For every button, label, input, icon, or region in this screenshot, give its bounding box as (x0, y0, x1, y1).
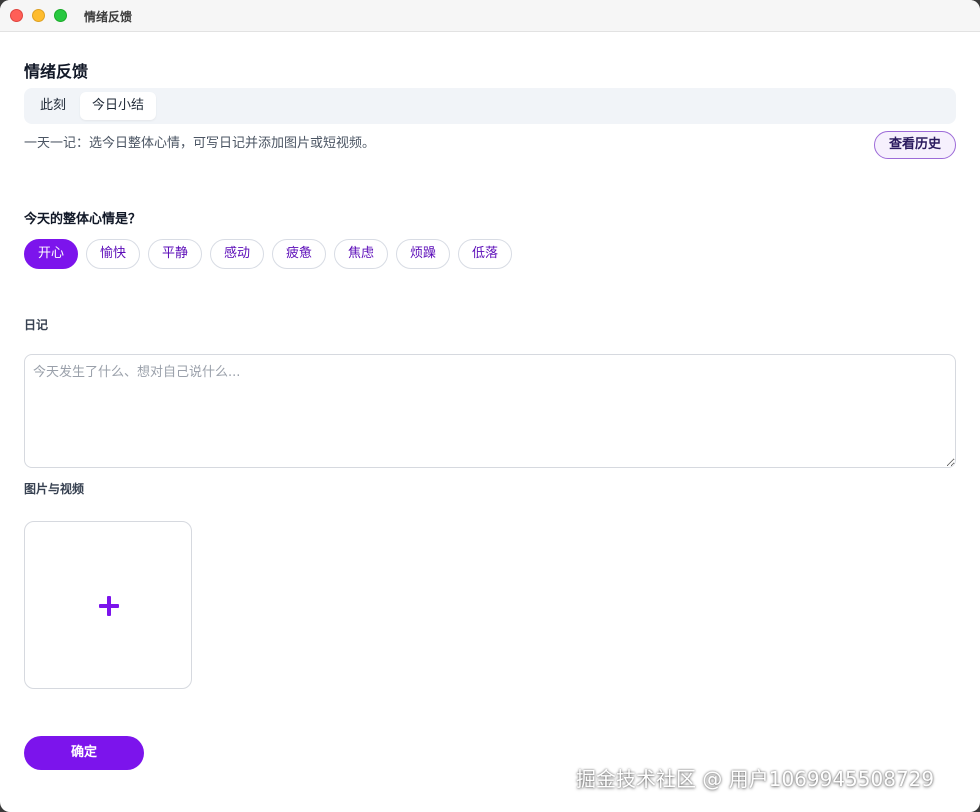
mood-chip-down[interactable]: 低落 (458, 239, 512, 269)
plus-icon (99, 596, 119, 616)
mood-chip-tired[interactable]: 疲惫 (272, 239, 326, 269)
title-bar: 情绪反馈 (0, 0, 980, 32)
mood-question: 今天的整体心情是？ (24, 212, 142, 227)
media-label: 图片与视频 (24, 482, 85, 496)
confirm-button[interactable]: 确定 (24, 736, 144, 770)
app-window: 情绪反馈 情绪反馈 此刻 今日小结 一天一记：选今日整体心情，可写日记并添加图片… (0, 0, 980, 812)
minimize-window-button[interactable] (32, 9, 45, 22)
mood-chip-irritated[interactable]: 烦躁 (396, 239, 450, 269)
tab-daily-summary[interactable]: 今日小结 (80, 92, 157, 120)
window-title: 情绪反馈 (84, 10, 133, 24)
view-history-button[interactable]: 查看历史 (874, 131, 956, 159)
diary-label: 日记 (24, 318, 49, 332)
page-title: 情绪反馈 (24, 62, 89, 81)
mood-chip-happy[interactable]: 开心 (24, 239, 78, 269)
mood-chip-touched[interactable]: 感动 (210, 239, 264, 269)
mood-chip-calm[interactable]: 平静 (148, 239, 202, 269)
maximize-window-button[interactable] (54, 9, 67, 22)
description-text: 一天一记：选今日整体心情，可写日记并添加图片或短视频。 (24, 136, 376, 151)
tab-now[interactable]: 此刻 (28, 92, 78, 120)
tab-bar: 此刻 今日小结 (24, 88, 956, 124)
mood-chip-anxious[interactable]: 焦虑 (334, 239, 388, 269)
diary-textarea[interactable] (24, 354, 956, 468)
watermark-text: 掘金技术社区 @ 用户1069945508729 (576, 767, 935, 791)
mood-chip-cheerful[interactable]: 愉快 (86, 239, 140, 269)
close-window-button[interactable] (10, 9, 23, 22)
add-media-button[interactable] (24, 521, 192, 689)
